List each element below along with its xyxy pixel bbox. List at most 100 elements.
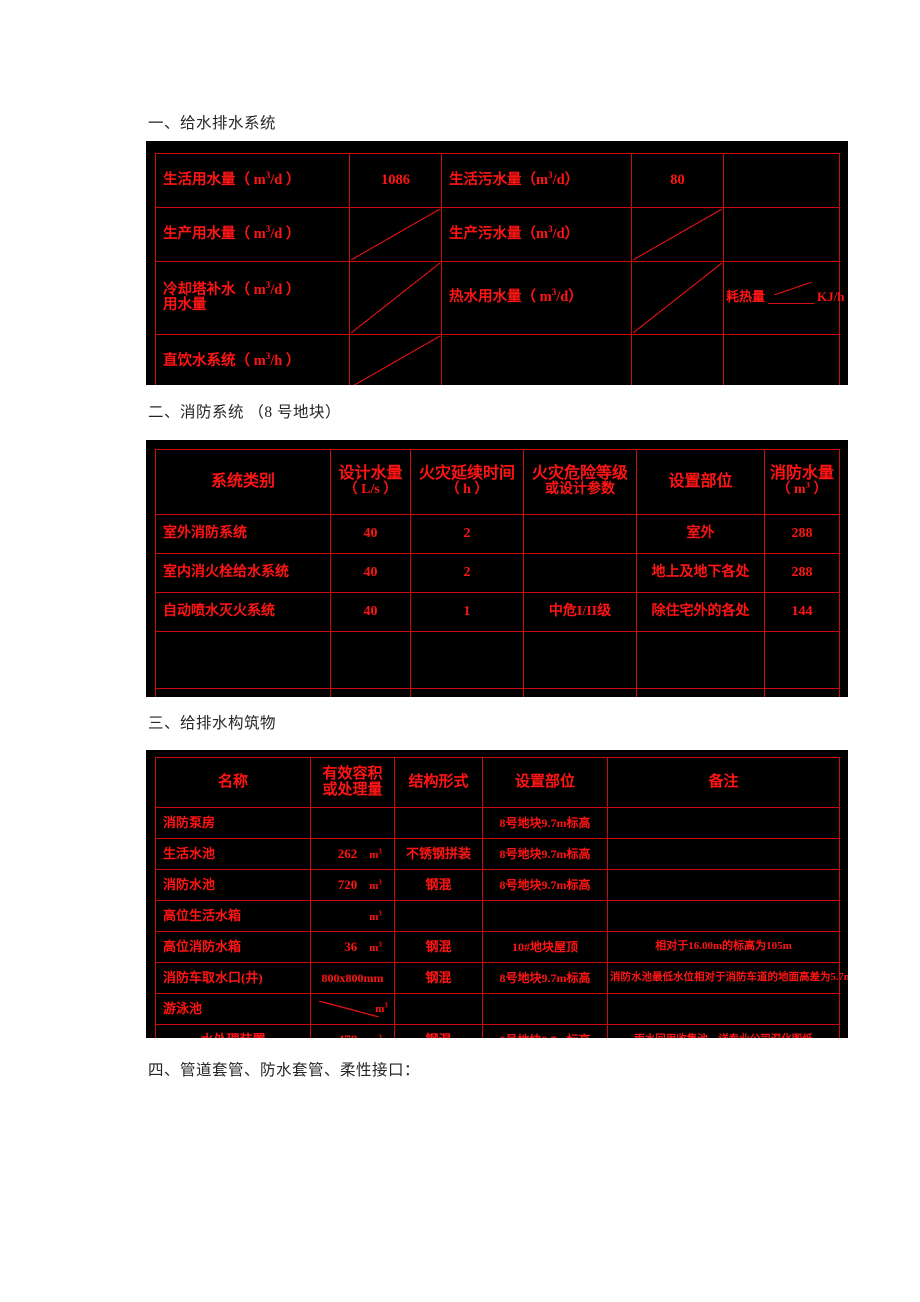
cell-capacity-0 bbox=[310, 807, 395, 839]
cell-flow-2: 40 bbox=[330, 592, 411, 632]
header-structure-location: 设置部位 bbox=[482, 757, 608, 808]
table-row: 生活用水量（ m3/d ） 1086 生活污水量（m3/d） 80 bbox=[155, 153, 840, 208]
cell-remark-3 bbox=[607, 900, 840, 932]
heat-consumption-label: 耗热量 bbox=[726, 289, 766, 305]
cell-system-0: 室外消防系统 bbox=[155, 514, 331, 554]
table-water-supply: 生活用水量（ m3/d ） 1086 生活污水量（m3/d） 80 生产用水量（… bbox=[155, 153, 844, 385]
cell-capacity-2: 720 m3 bbox=[310, 869, 395, 901]
cell-hazard-1 bbox=[523, 553, 637, 593]
cell-flow-1: 40 bbox=[330, 553, 411, 593]
cell-production-sewage-value bbox=[631, 207, 724, 262]
section-heading-fire-system: 二、消防系统 （8 号地块） bbox=[148, 404, 342, 421]
cell-heat-consumption: 耗热量 KJ/h bbox=[723, 261, 844, 335]
cell-location-3 bbox=[636, 631, 765, 689]
cell-structure-2: 钢混 bbox=[394, 869, 483, 901]
table-row: 室内消火栓给水系统 40 2 地上及地下各处 288 bbox=[155, 553, 840, 593]
cell-structure-5: 钢混 bbox=[394, 962, 483, 994]
cell-empty-row4-label bbox=[441, 334, 632, 385]
header-hazard-level: 火灾危险等级 或设计参数 bbox=[523, 449, 637, 515]
cell-hazard-4 bbox=[523, 688, 637, 697]
cell-location-4 bbox=[636, 688, 765, 697]
header-design-flow: 设计水量（ L/s ） bbox=[330, 449, 411, 515]
cell-capacity-5: 800x800mm bbox=[310, 962, 395, 994]
cell-remark-5: 消防水池最低水位相对于消防车道的地面高差为5.7m bbox=[607, 962, 848, 994]
table-row bbox=[155, 631, 840, 689]
cell-domestic-water-label: 生活用水量（ m3/d ） bbox=[155, 153, 350, 208]
cell-remark-0 bbox=[607, 807, 840, 839]
table-row: 消防车取水口(井) 800x800mm 钢混 8号地块9.7m标高 消防水池最低… bbox=[155, 962, 848, 994]
table-row: 消防泵房 8号地块9.7m标高 bbox=[155, 807, 840, 839]
section-heading-water-supply: 一、给水排水系统 bbox=[148, 115, 277, 132]
cell-flow-3 bbox=[330, 631, 411, 689]
heat-consumption-unit: KJ/h bbox=[817, 289, 845, 305]
table-row: 冷却塔补水（ m3/d ）用水量 热水用水量（ m3/d） 耗热量 KJ/h bbox=[155, 261, 844, 335]
header-structure-type: 结构形式 bbox=[394, 757, 483, 808]
section-heading-structures: 三、给排水构筑物 bbox=[148, 715, 277, 732]
capacity-slash-mark bbox=[317, 999, 391, 1019]
cell-domestic-sewage-value: 80 bbox=[631, 153, 724, 208]
table-row: 游泳池 m3 bbox=[155, 993, 840, 1025]
cell-system-4 bbox=[155, 688, 331, 697]
table-row: 高位消防水箱 36 m3 钢混 10#地块屋顶 相对于16.00m的标高为105m bbox=[155, 931, 840, 963]
table-fire-system-block: 系统类别 设计水量（ L/s ） 火灾延续时间（ h ） 火灾危险等级 或设计参数… bbox=[146, 440, 848, 697]
header-remark: 备注 bbox=[607, 757, 840, 808]
section-heading-pipe-sleeves: 四、管道套管、防水套管、柔性接口： bbox=[148, 1062, 421, 1079]
cell-structure-3 bbox=[394, 900, 483, 932]
cell-capacity-7: 478m3 bbox=[310, 1024, 395, 1038]
cell-empty-row4-value bbox=[631, 334, 724, 385]
cell-cooling-tower-makeup-value bbox=[349, 261, 442, 335]
table-row: 消防水池 720 m3 钢混 8号地块9.7m标高 bbox=[155, 869, 840, 901]
cell-location-6 bbox=[482, 993, 608, 1025]
table-water-supply-block: 生活用水量（ m3/d ） 1086 生活污水量（m3/d） 80 生产用水量（… bbox=[146, 141, 848, 385]
cell-duration-3 bbox=[410, 631, 524, 689]
cell-capacity-3: m3 bbox=[310, 900, 395, 932]
cell-hot-water-label: 热水用水量（ m3/d） bbox=[441, 261, 632, 335]
header-fire-water-volume: 消防水量（ m3 ） bbox=[764, 449, 840, 515]
table-row: 生活水池 262 m3 不锈钢拼装 8号地块9.7m标高 bbox=[155, 838, 840, 870]
cell-duration-1: 2 bbox=[410, 553, 524, 593]
cell-structure-4: 钢混 bbox=[394, 931, 483, 963]
cell-duration-0: 2 bbox=[410, 514, 524, 554]
cell-volume-3 bbox=[764, 631, 840, 689]
cell-structure-7: 钢混 bbox=[394, 1024, 483, 1038]
table-row: 室外消防系统 40 2 室外 288 bbox=[155, 514, 840, 554]
table-row: 自动喷水灭火系统 40 1 中危I/II级 除住宅外的各处 144 bbox=[155, 592, 840, 632]
cell-remark-2 bbox=[607, 869, 840, 901]
cell-flow-4 bbox=[330, 688, 411, 697]
cell-location-7: 8号地块9.7m标高 bbox=[482, 1024, 608, 1038]
table-row: 生产用水量（ m3/d ） 生产污水量（m3/d） bbox=[155, 207, 840, 262]
cell-location-2: 8号地块9.7m标高 bbox=[482, 869, 608, 901]
table-structures-block: 名称 有效容积 或处理量 结构形式 设置部位 备注 消防泵房 8号地块9.7m标高… bbox=[146, 750, 848, 1038]
table-row: 直饮水系统（ m3/h ） bbox=[155, 334, 840, 385]
cell-location-1: 8号地块9.7m标高 bbox=[482, 838, 608, 870]
cell-location-3 bbox=[482, 900, 608, 932]
cell-domestic-sewage-label: 生活污水量（m3/d） bbox=[441, 153, 632, 208]
cell-name-6: 游泳池 bbox=[155, 993, 311, 1025]
header-name: 名称 bbox=[155, 757, 311, 808]
cell-note-row2 bbox=[723, 207, 840, 262]
cell-direct-drinking-label: 直饮水系统（ m3/h ） bbox=[155, 334, 350, 385]
cell-volume-4 bbox=[764, 688, 840, 697]
table-row bbox=[155, 688, 840, 697]
table-row: 高位生活水箱 m3 bbox=[155, 900, 840, 932]
header-location: 设置部位 bbox=[636, 449, 765, 515]
cell-structure-6 bbox=[394, 993, 483, 1025]
cell-system-2: 自动喷水灭火系统 bbox=[155, 592, 331, 632]
header-system-category: 系统类别 bbox=[155, 449, 331, 515]
cell-name-3: 高位生活水箱 bbox=[155, 900, 311, 932]
heat-consumption-blank bbox=[768, 282, 815, 305]
table-fire-system: 系统类别 设计水量（ L/s ） 火灾延续时间（ h ） 火灾危险等级 或设计参数… bbox=[155, 449, 840, 697]
cell-volume-1: 288 bbox=[764, 553, 840, 593]
cell-remark-7: 雨水回用收集池，详专业公司深化图纸 bbox=[607, 1024, 840, 1038]
cell-location-5: 8号地块9.7m标高 bbox=[482, 962, 608, 994]
cell-location-0: 室外 bbox=[636, 514, 765, 554]
cell-volume-2: 144 bbox=[764, 592, 840, 632]
cell-remark-4: 相对于16.00m的标高为105m bbox=[607, 931, 840, 963]
table-header-row: 名称 有效容积 或处理量 结构形式 设置部位 备注 bbox=[155, 757, 840, 808]
cell-direct-drinking-value bbox=[349, 334, 442, 385]
cell-note-row4 bbox=[723, 334, 840, 385]
table-header-row: 系统类别 设计水量（ L/s ） 火灾延续时间（ h ） 火灾危险等级 或设计参数… bbox=[155, 449, 840, 515]
cell-production-sewage-label: 生产污水量（m3/d） bbox=[441, 207, 632, 262]
header-fire-duration: 火灾延续时间（ h ） bbox=[410, 449, 524, 515]
cell-hazard-2: 中危I/II级 bbox=[523, 592, 637, 632]
